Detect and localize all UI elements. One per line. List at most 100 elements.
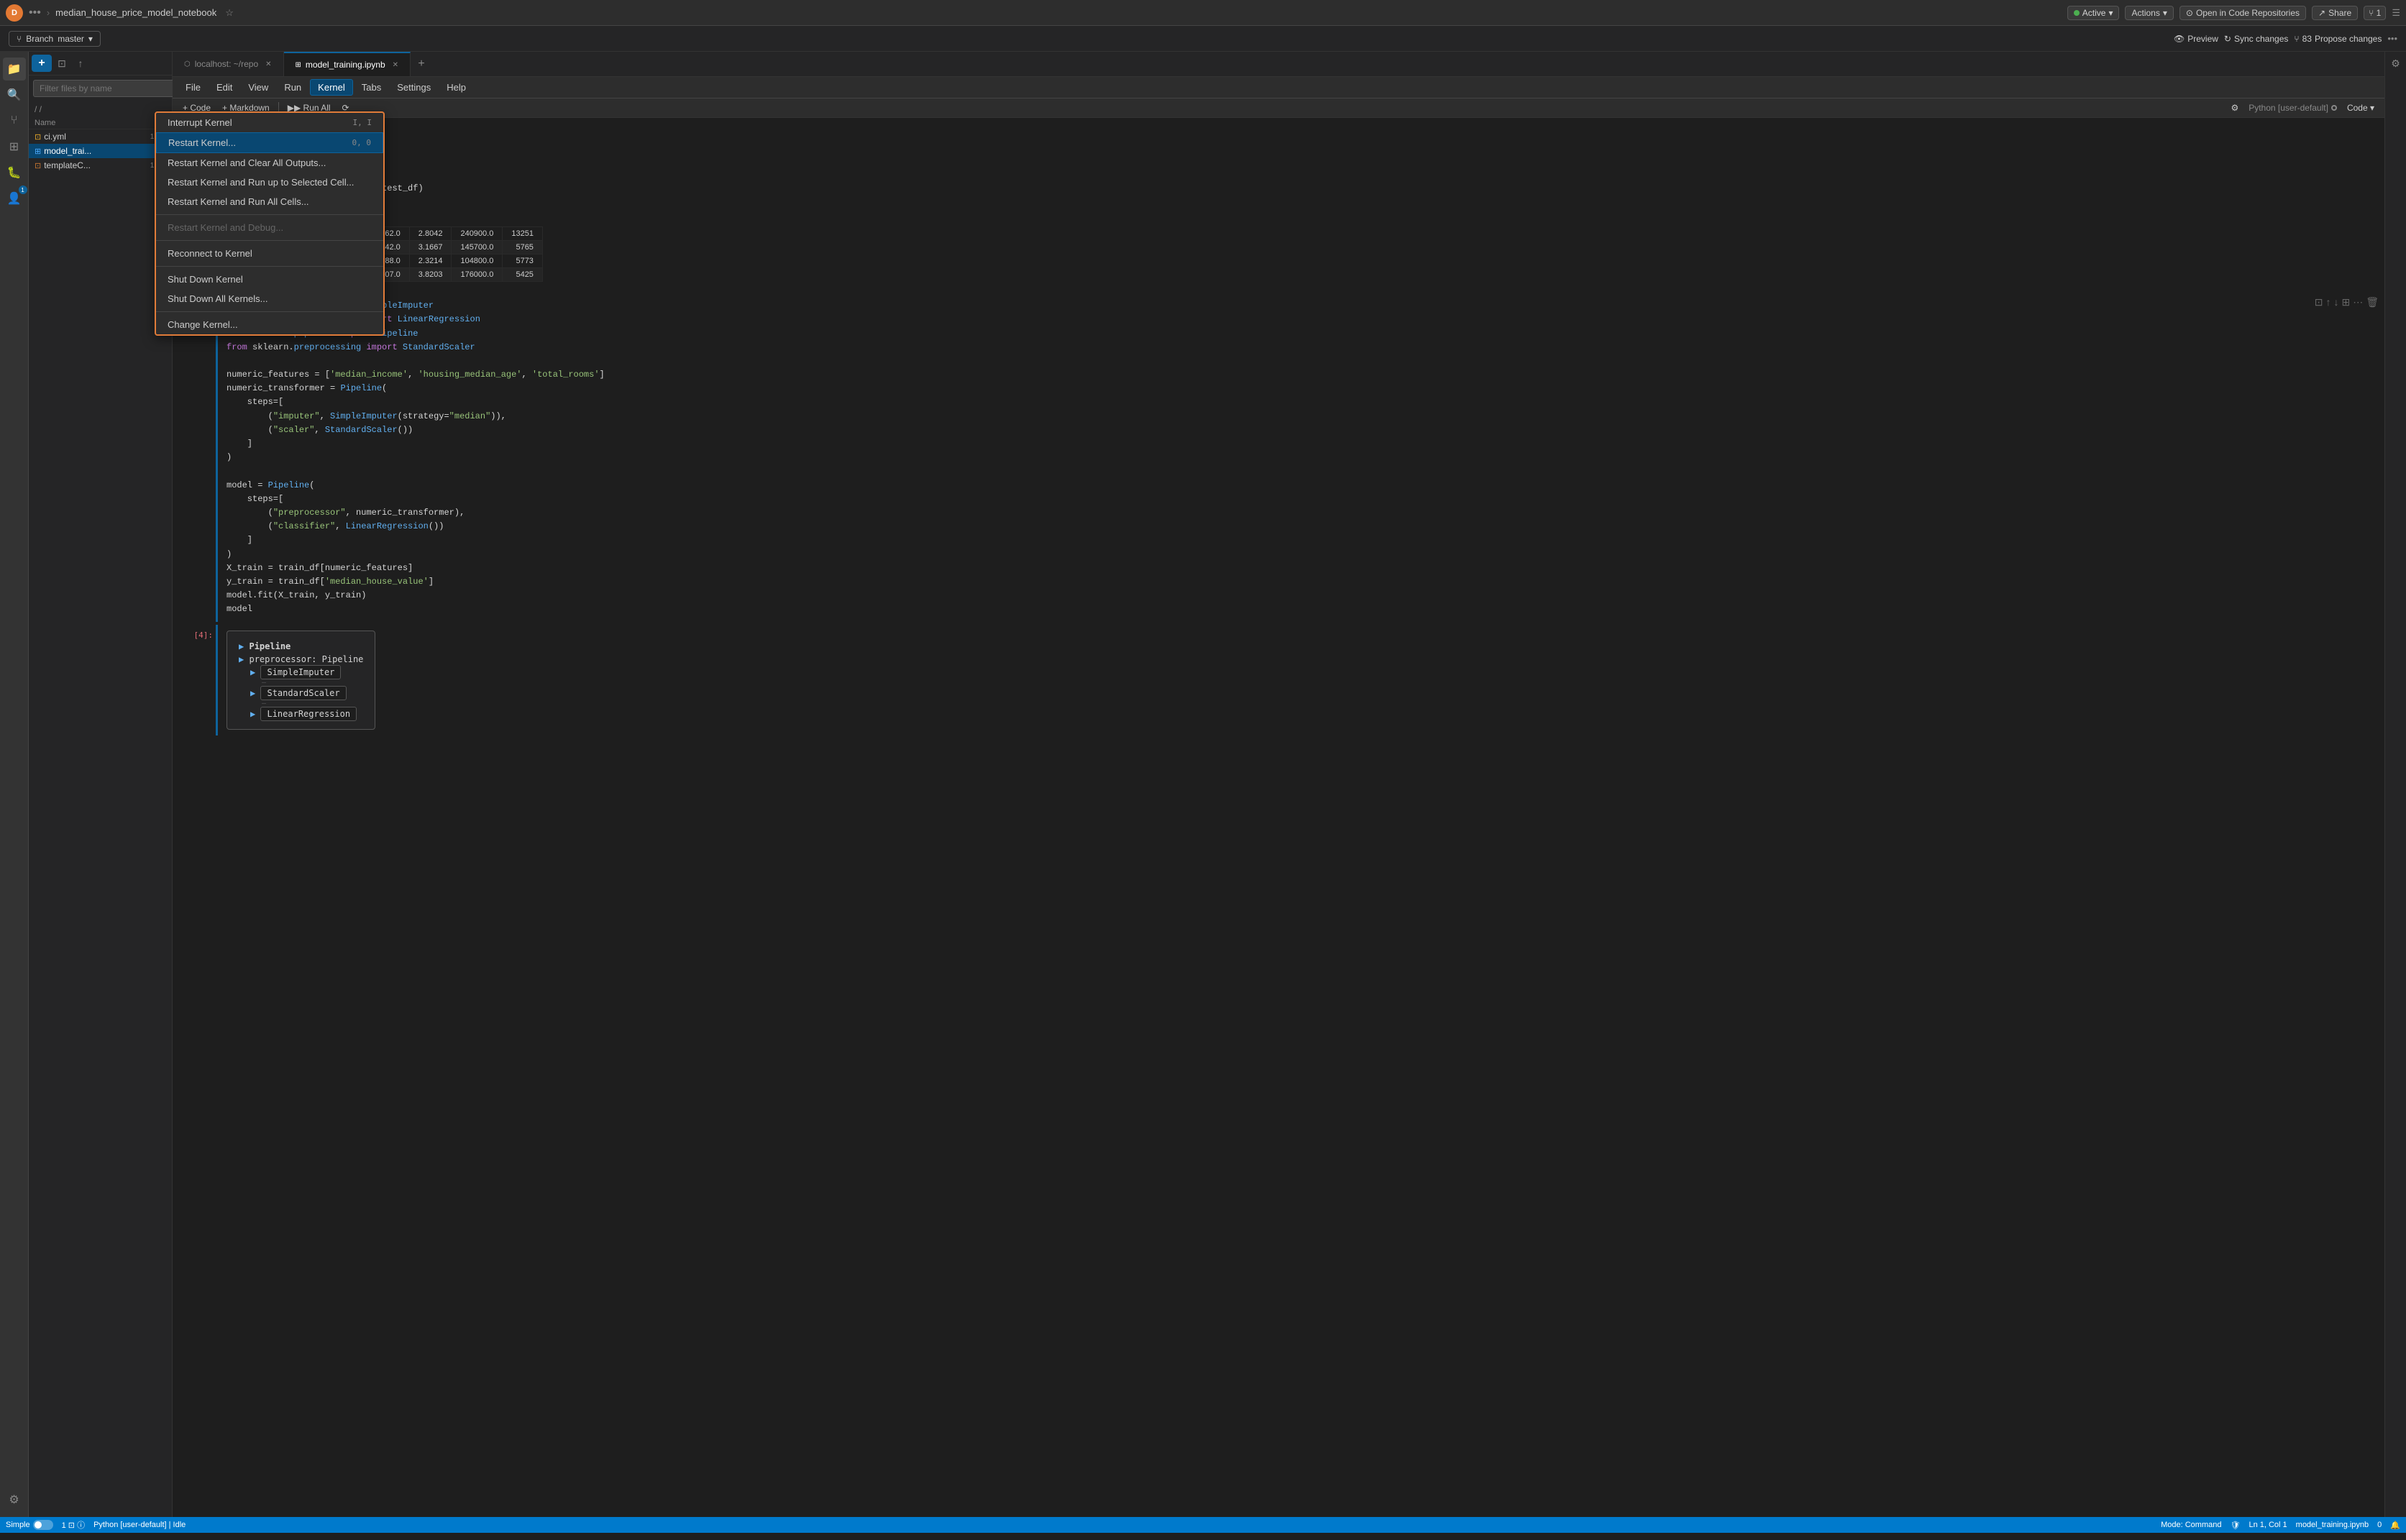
notebook-toolbar: + Code + Markdown ▶▶ Run All ⟳ ⚙ Python … [173,98,2384,118]
shutdown-all-kernels[interactable]: Shut Down All Kernels... [156,289,383,308]
move-up-button[interactable]: ↑ [2325,296,2330,308]
status-bar: Simple 1 ⊡ ⓘ Python [user-default] | Idl… [0,1517,2406,1533]
save-cell-button[interactable]: ⊞ [2341,296,2350,308]
pr-badge[interactable]: ⑂ 1 [2364,6,2386,20]
menu-run[interactable]: Run [277,80,308,95]
menu-sep3 [156,266,383,267]
sidebar-toolbar: + ⊡ ↑ [29,52,172,75]
add-file-button[interactable]: + [32,55,52,72]
menu-file[interactable]: File [178,80,208,95]
notebook-content: import Dataset .get("housing_test_data")… [173,118,2384,1517]
yaml-icon: ⊡ [35,132,41,142]
change-kernel[interactable]: Change Kernel... [156,315,383,334]
activity-search[interactable]: 🔍 [3,83,26,106]
path-separator: › [47,7,50,18]
status-bar-right: Mode: Command 🛡 Ln 1, Col 1 model_traini… [2161,1521,2400,1530]
simple-label: Simple [6,1521,30,1529]
restart-kernel-clear[interactable]: Restart Kernel and Clear All Outputs... [156,153,383,173]
more-cell-button[interactable]: ⋯ [2353,296,2363,308]
menu-settings[interactable]: Settings [390,80,438,95]
data-table-wrapper: 35.02189.0607.01193.0562.02.8042240900.0… [216,221,2384,288]
interrupt-kernel[interactable]: Interrupt Kernel I, I [156,113,383,132]
file-item-ci[interactable]: ⊡ ci.yml 17 m [29,129,172,144]
status-dot [2074,10,2080,16]
delete-cell-button[interactable]: 🗑 [2366,296,2379,308]
share-button[interactable]: ↗ Share [2312,6,2358,20]
right-settings-icon[interactable]: ⚙ [2391,58,2400,70]
actions-button[interactable]: Actions ▾ [2125,6,2173,20]
shutdown-kernel[interactable]: Shut Down Kernel [156,270,383,289]
menu-sep2 [156,240,383,241]
tab-terminal-close[interactable]: ✕ [265,60,271,68]
menu-tabs[interactable]: Tabs [355,80,388,95]
file-item-model[interactable]: ⊞ model_trai... s [29,144,172,158]
file-item-template[interactable]: ⊡ templateC... 17 m [29,158,172,173]
menu-sep4 [156,311,383,312]
activity-settings[interactable]: ⚙ [3,1488,26,1511]
file-name-template: templateC... [44,160,147,170]
add-tab-button[interactable]: + [411,52,432,76]
toggle-thumb [35,1521,42,1528]
open-repo-button[interactable]: ⊙ Open in Code Repositories [2179,6,2306,20]
cell-4-gutter: [4]: [173,293,216,622]
settings-icon[interactable]: ⚙ [2226,101,2243,114]
more-options-dots[interactable]: ••• [29,6,41,19]
second-bar-dots[interactable]: ••• [2387,33,2397,44]
data-table-section: 35.02189.0607.01193.0562.02.8042240900.0… [173,218,2384,290]
activity-extensions[interactable]: ⊞ [3,135,26,158]
share-icon: ↗ [2318,8,2325,18]
status-line-info: 1 ⊡ ⓘ [62,1519,85,1531]
branch-label: Branch [26,34,53,44]
pipeline-standard-scaler: ▶ StandardScaler [239,687,363,700]
tab-terminal[interactable]: ⬡ localhost: ~/repo ✕ [173,52,284,76]
notebook-title: median_house_price_model_notebook [55,7,216,18]
status-mode: Mode: Command [2161,1521,2221,1529]
restart-run-all[interactable]: Restart Kernel and Run All Cells... [156,192,383,211]
menu-edit[interactable]: Edit [209,80,239,95]
status-label: Active [2082,8,2106,18]
sidebar: + ⊡ ↑ / / Name La ⊡ ci.yml 17 m ⊞ [29,52,173,1517]
status-badge[interactable]: Active ▾ [2067,6,2120,20]
restart-kernel[interactable]: Restart Kernel... 0, 0 [156,132,383,153]
reconnect-kernel[interactable]: Reconnect to Kernel [156,244,383,263]
sync-button[interactable]: ↻ Sync changes [2224,34,2288,44]
preview-button[interactable]: 👁 Preview [2174,34,2218,44]
cell-4-output-gutter: [4]: [173,625,216,735]
activity-debug[interactable]: 🐛 [3,161,26,184]
top-bar-menu-icon[interactable]: ☰ [2392,7,2400,19]
second-bar-right: 👁 Preview ↻ Sync changes ⑂ 83 Propose ch… [2174,33,2397,44]
pipeline-output: ▶ Pipeline ▶ preprocessor: Pipeline ▶ Si… [227,631,375,730]
tab-notebook-close[interactable]: ✕ [393,61,398,69]
propose-icon: ⑂ [2294,34,2299,44]
branch-icon: ⑂ [17,34,22,44]
filter-input[interactable] [33,80,176,97]
simple-mode-toggle[interactable]: Simple [6,1520,53,1530]
activity-users[interactable]: 👤 1 [3,187,26,210]
toggle-track[interactable] [33,1520,53,1530]
open-repo-icon: ⊙ [2186,8,2193,18]
cell-type-select[interactable]: Code ▾ [2343,101,2379,114]
new-folder-button[interactable]: ⊡ [53,55,70,72]
menu-help[interactable]: Help [439,80,473,95]
cell-4: [4]: from sklearn.impute import SimpleIm… [173,293,2384,622]
activity-git[interactable]: ⑂ [3,109,26,132]
menu-kernel[interactable]: Kernel [310,79,353,96]
branch-button[interactable]: ⑂ Branch master ▾ [9,31,101,47]
branch-name: master [58,34,84,44]
cell-4-content[interactable]: from sklearn.impute import SimpleImputer… [218,293,2384,622]
activity-files[interactable]: 📁 [3,58,26,81]
copy-cell-button[interactable]: ⊡ [2315,296,2323,308]
bell-icon[interactable]: 🔔 [2390,1521,2400,1530]
menu-view[interactable]: View [241,80,275,95]
restart-run-selected[interactable]: Restart Kernel and Run up to Selected Ce… [156,173,383,192]
terminal-tab-icon: ⬡ [184,60,191,68]
cell-4-code: from sklearn.impute import SimpleImputer… [218,293,2384,622]
prev-cell-content[interactable]: import Dataset .get("housing_test_data")… [218,121,2384,215]
propose-button[interactable]: ⑂ 83 Propose changes [2294,34,2382,44]
move-down-button[interactable]: ↓ [2333,296,2338,308]
tab-notebook[interactable]: ⊞ model_training.ipynb ✕ [284,52,411,76]
status-chevron: ▾ [2108,8,2113,18]
star-icon[interactable]: ☆ [225,7,234,19]
file-list-header: Name La [29,117,172,129]
upload-button[interactable]: ↑ [72,55,89,72]
